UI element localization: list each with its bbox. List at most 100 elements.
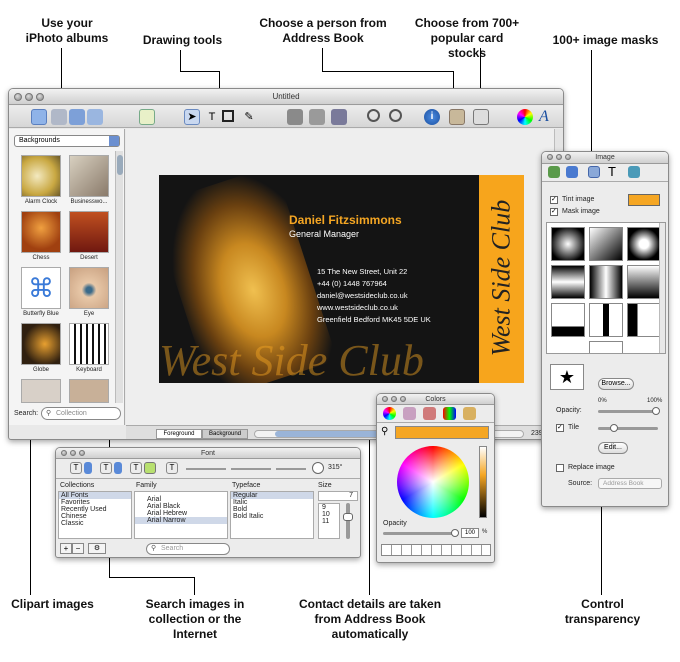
typeface-list[interactable]: Regular Italic Bold Bold Italic [230,491,314,539]
mask-item[interactable] [627,303,661,337]
thumb-partial[interactable] [21,379,61,403]
magnifier-icon[interactable]: ⚲ [381,426,388,437]
image-tab-icon[interactable] [548,166,560,178]
iphoto-albums-icon[interactable] [31,109,47,125]
thumb-alarm-clock[interactable] [21,155,61,197]
list-item[interactable]: Arial Narrow [135,517,227,524]
list-item[interactable]: Favorites [59,499,131,506]
collections-list[interactable]: All Fonts Favorites Recently Used Chines… [58,491,132,539]
document-color-icon[interactable] [144,462,156,474]
collection-search-input[interactable]: ⚲ Collection [41,407,121,420]
sidebar-scrollbar[interactable] [115,151,123,403]
tile-checkbox[interactable]: ✓ [556,424,564,432]
source-select[interactable]: Address Book [598,478,662,489]
size-list[interactable]: 9 10 11 [318,503,340,539]
card-yellow-stripe[interactable]: West Side Club [479,175,524,383]
color-wheel[interactable] [397,446,469,518]
text-color-icon[interactable]: T [130,462,142,474]
list-item[interactable]: Classic [59,520,131,527]
list-item[interactable]: 9 [319,504,339,511]
current-color-swatch[interactable] [395,426,489,439]
color-swatches-row[interactable] [381,544,491,556]
thumb-butterfly[interactable]: ⌘ [21,267,61,309]
card-city[interactable]: Greenfield Bedford MK45 5DE UK [317,315,431,324]
thumb-globe[interactable] [21,323,61,365]
address-book-icon[interactable] [449,109,465,125]
list-item[interactable]: Chinese [59,513,131,520]
text-tool-icon[interactable]: T [204,109,220,125]
list-item[interactable]: Recently Used [59,506,131,513]
brightness-slider[interactable] [479,446,487,518]
zoom-out-icon[interactable] [389,109,402,122]
slider-knob[interactable] [451,529,459,537]
layers-icon[interactable] [87,109,103,125]
add-collection-button[interactable]: + [60,543,72,554]
mask-item[interactable] [589,227,623,261]
card-name[interactable]: Daniel Fitzsimmons [289,213,402,227]
strikethrough-icon[interactable]: T [100,462,112,474]
thumb-partial[interactable] [69,379,109,403]
mask-item[interactable] [589,341,623,353]
opacity-slider[interactable] [598,407,660,415]
tint-color-well[interactable] [628,194,660,206]
remove-collection-button[interactable]: − [72,543,84,554]
list-item[interactable]: Arial Hebrew [135,510,227,517]
palette-mode-icon[interactable] [423,407,436,420]
list-item[interactable]: Arial Black [135,503,227,510]
shadow-opacity-slider[interactable] [186,468,226,470]
mask-item[interactable] [589,303,623,337]
window-controls[interactable] [14,93,44,101]
action-menu-button[interactable]: ⚙ [88,543,106,554]
strike-color-icon[interactable] [114,462,122,474]
mask-item[interactable] [551,303,585,337]
color-wheel-icon[interactable] [517,109,533,125]
thumb-desert[interactable] [69,211,109,253]
size-slider[interactable] [343,503,353,539]
info-icon[interactable]: i [424,109,440,125]
card-layout-icon[interactable] [139,109,155,125]
text-tab-icon[interactable]: T [608,164,624,180]
list-item[interactable]: Italic [231,499,313,506]
thumb-chess[interactable] [21,211,61,253]
colors-opacity-field[interactable]: 100 [461,528,479,538]
card-address[interactable]: 15 The New Street, Unit 22 [317,267,407,276]
slider-knob[interactable] [652,407,660,415]
family-list[interactable]: Arial Arial Black Arial Hebrew Arial Nar… [134,491,228,539]
card-email[interactable]: daniel@westsideclub.co.uk [317,291,408,300]
list-item[interactable]: 10 [319,511,339,518]
window-controls[interactable] [61,450,85,456]
shadow-offset-slider[interactable] [276,468,306,470]
export-icon[interactable] [331,109,347,125]
window-controls[interactable] [382,396,406,402]
shadow-toggle-icon[interactable]: T [166,462,178,474]
mask-item[interactable] [627,265,661,299]
slider-knob[interactable] [343,513,353,521]
list-item[interactable]: Regular [231,492,313,499]
mask-item[interactable] [551,265,585,299]
sliders-mode-icon[interactable] [403,407,416,420]
card-stock-icon[interactable] [473,109,489,125]
selected-shape-preview[interactable]: ★ [550,364,584,390]
thumb-businesswoman[interactable] [69,155,109,197]
shadow-blur-slider[interactable] [231,468,271,470]
card-website[interactable]: www.westsideclub.co.uk [317,303,398,312]
arrow-tool-icon[interactable]: ➤ [184,109,200,125]
thumb-eye[interactable] [69,267,109,309]
underline-icon[interactable]: T [70,462,82,474]
edit-button[interactable]: Edit... [598,442,628,454]
underline-color-icon[interactable] [84,462,92,474]
font-search-input[interactable]: ⚲ Search [146,543,230,555]
size-field[interactable]: 7 [318,491,358,501]
pen-tool-icon[interactable]: ✎ [241,109,257,125]
photo-icon[interactable] [51,109,67,125]
tab-background[interactable]: Background [202,429,248,439]
window-controls[interactable] [547,154,571,160]
mask-item[interactable] [589,265,623,299]
colors-opacity-slider[interactable] [383,529,459,537]
list-item[interactable]: Bold [231,506,313,513]
crayons-mode-icon[interactable] [463,407,476,420]
rectangle-tool-icon[interactable] [222,110,234,122]
spectrum-mode-icon[interactable] [443,407,456,420]
shapes-tab-icon[interactable] [566,166,578,178]
shadow-angle-dial[interactable] [312,462,324,474]
